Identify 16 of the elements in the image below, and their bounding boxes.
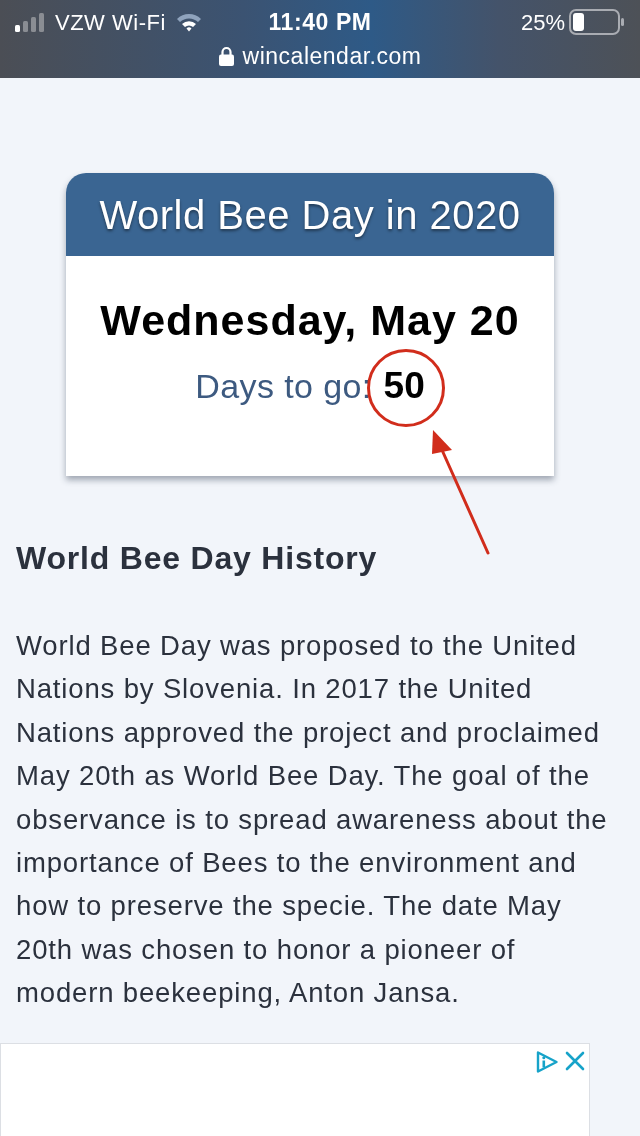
section-heading: World Bee Day History [16,540,378,576]
countdown-value: 50 [383,366,425,406]
event-date: Wednesday, May 20 [100,295,520,346]
ad-info-icon[interactable] [536,1051,558,1073]
battery-percentage: 25% [520,8,565,37]
signal-icon [15,12,45,32]
carrier-label: VZW Wi-Fi [55,8,166,37]
countdown-label: Days to go: [195,366,372,406]
battery-icon [569,9,625,35]
wifi-icon [175,12,202,32]
card-title: World Bee Day in 2020 [99,191,521,239]
lock-icon [218,46,234,66]
clock-time: 11:40 PM [268,7,372,37]
close-icon[interactable] [565,1051,585,1071]
history-paragraph: World Bee Day was proposed to the United Nations by Slovenia. In 2017 the United Nations approved the project and proclaimed May 20th as World Bee Day. The goal of the observance is to spread awareness about the importance of Bees to the environment and how to preserve the specie. The date May 20th was chosen to honor a pioneer of modern beekeeping, Anton Jansa. [16,629,609,1011]
url-address[interactable]: wincalendar.com [242,38,422,74]
